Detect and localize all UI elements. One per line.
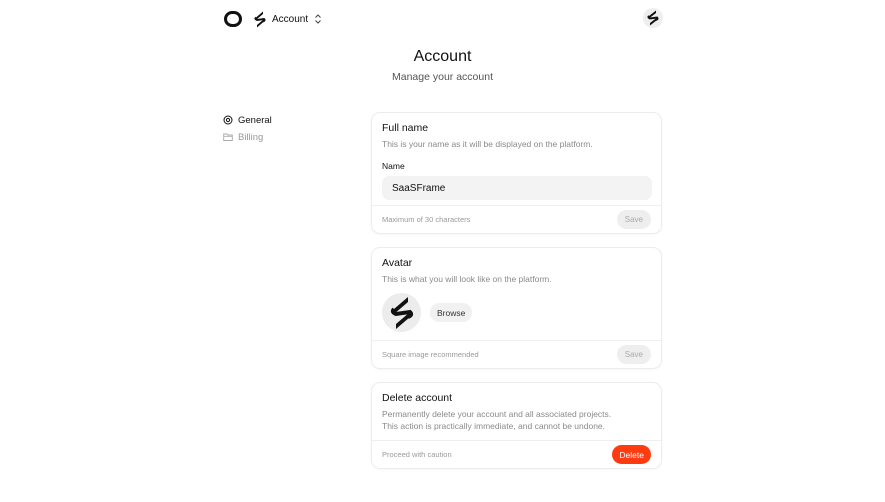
avatar-row: Browse <box>382 293 651 332</box>
description-line: This action is practically immediate, an… <box>382 421 606 431</box>
avatar-preview[interactable] <box>382 293 421 332</box>
save-avatar-button[interactable]: Save <box>616 345 651 364</box>
workspace-switcher[interactable]: Account <box>254 10 322 28</box>
card-footer: Square image recommended Save <box>372 340 661 368</box>
card-title: Full name <box>382 122 429 134</box>
card-footer: Proceed with caution Delete <box>372 440 661 468</box>
avatar-s-icon <box>647 10 659 26</box>
brand-s-icon <box>254 11 266 27</box>
top-bar: Account <box>0 0 885 40</box>
footer-note: Maximum of 30 characters <box>382 215 471 224</box>
footer-note: Square image recommended <box>382 350 479 359</box>
save-name-button[interactable]: Save <box>616 210 651 229</box>
folder-icon <box>223 133 233 141</box>
full-name-card: Full name This is your name as it will b… <box>371 112 662 234</box>
workspace-label: Account <box>272 13 309 25</box>
avatar-card: Avatar This is what you will look like o… <box>371 247 662 369</box>
delete-account-card: Delete account Permanently delete your a… <box>371 382 662 469</box>
sidebar-item-billing[interactable]: Billing <box>223 129 343 145</box>
description-line: Permanently delete your account and all … <box>382 409 612 419</box>
footer-note: Proceed with caution <box>382 450 452 459</box>
name-input[interactable] <box>382 176 652 200</box>
sidebar-item-general[interactable]: General <box>223 112 343 128</box>
gear-icon <box>223 115 233 125</box>
page-subtitle: Manage your account <box>392 71 493 83</box>
card-title: Avatar <box>382 257 413 269</box>
user-avatar[interactable] <box>643 8 663 28</box>
delete-account-button[interactable]: Delete <box>612 445 651 464</box>
app-logo-icon[interactable] <box>224 11 242 27</box>
page-title: Account <box>413 48 472 65</box>
card-description: This is your name as it will be displaye… <box>382 139 593 149</box>
card-title: Delete account <box>382 392 453 404</box>
sidebar-item-label: Billing <box>238 131 264 143</box>
chevron-up-down-icon <box>315 14 321 24</box>
browse-button[interactable]: Browse <box>430 303 473 322</box>
card-description: This is what you will look like on the p… <box>382 274 552 284</box>
card-description: Permanently delete your account and all … <box>382 408 651 432</box>
sidebar-item-label: General <box>238 114 272 126</box>
name-field-label: Name <box>382 161 405 171</box>
settings-sidebar: General Billing <box>223 112 343 146</box>
avatar-s-icon <box>390 296 413 329</box>
card-footer: Maximum of 30 characters Save <box>372 205 661 233</box>
